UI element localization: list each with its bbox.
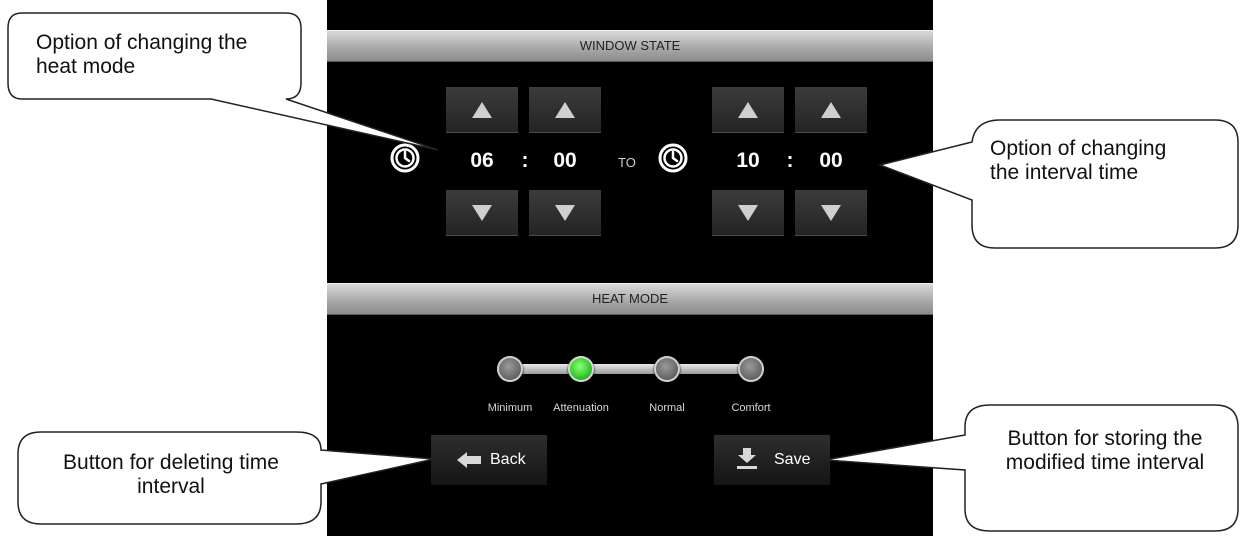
up-arrow-icon [555, 102, 575, 118]
up-arrow-icon [821, 102, 841, 118]
back-button-label: Back [490, 451, 526, 468]
callout-store-interval-text: Button for storing the modified time int… [1005, 427, 1205, 474]
to-separator: : [786, 149, 794, 172]
from-hour-up-button[interactable] [446, 87, 518, 133]
from-minute-up-button[interactable] [529, 87, 601, 133]
to-hour-value: 10 [736, 149, 760, 172]
callout-interval-time-text: Option of changing the interval time [990, 137, 1167, 184]
save-icon [737, 448, 757, 469]
to-minute-down-button[interactable] [795, 190, 867, 236]
down-arrow-icon [555, 205, 575, 221]
to-label: TO [618, 155, 636, 170]
down-arrow-icon [472, 205, 492, 221]
callout-heat-mode-text: Option of changing the heat mode [36, 31, 248, 78]
heat-mode-option-attenuation[interactable] [568, 356, 594, 382]
save-button[interactable]: Save [714, 435, 830, 485]
down-arrow-icon [738, 205, 758, 221]
heat-mode-track [510, 364, 752, 374]
heat-mode-option-minimum[interactable] [497, 356, 523, 382]
back-button[interactable]: Back [431, 435, 547, 485]
heat-mode-header: HEAT MODE [327, 283, 933, 315]
down-arrow-icon [821, 205, 841, 221]
from-minute-value: 00 [553, 149, 577, 172]
from-hour-value: 06 [470, 149, 494, 172]
from-hour-down-button[interactable] [446, 190, 518, 236]
up-arrow-icon [472, 102, 492, 118]
to-minute-value: 00 [819, 149, 843, 172]
to-minute-up-button[interactable] [795, 87, 867, 133]
save-button-label: Save [774, 451, 811, 468]
clock-icon [658, 143, 688, 173]
callout-delete-interval-text: Button for deleting time interval [63, 451, 279, 498]
heat-mode-label-normal: Normal [649, 402, 685, 414]
to-hour-up-button[interactable] [712, 87, 784, 133]
heat-mode-label-comfort: Comfort [731, 402, 771, 414]
up-arrow-icon [738, 102, 758, 118]
from-separator: : [521, 149, 529, 172]
heat-mode-option-comfort[interactable] [738, 356, 764, 382]
back-arrow-icon [457, 452, 481, 468]
to-hour-down-button[interactable] [712, 190, 784, 236]
heat-mode-label-attenuation: Attenuation [553, 402, 609, 414]
heat-mode-option-normal[interactable] [654, 356, 680, 382]
from-minute-down-button[interactable] [529, 190, 601, 236]
